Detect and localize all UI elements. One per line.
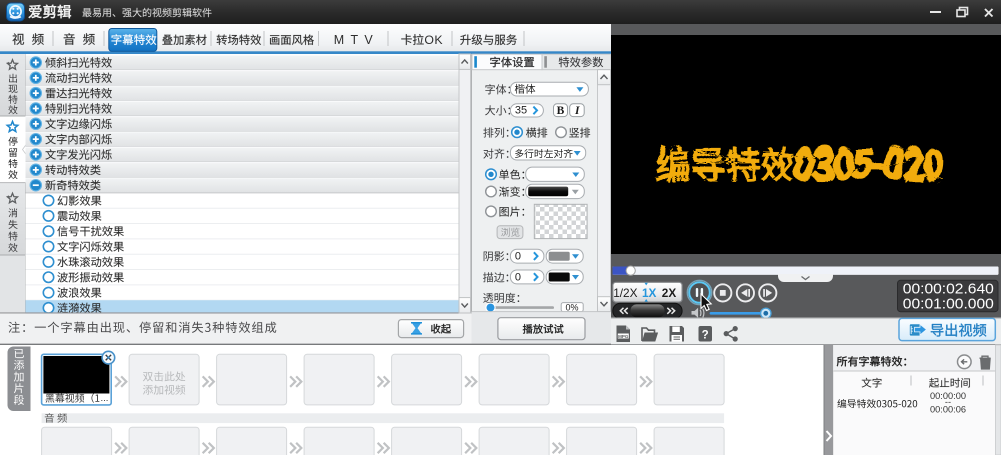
svg-text:M T V: M T V [334, 33, 374, 47]
svg-text:B: B [557, 105, 565, 117]
svg-text:OK: OK [424, 33, 443, 47]
svg-text:00:00:06: 00:00:06 [930, 404, 966, 414]
svg-text:I: I [574, 105, 580, 117]
svg-text:35: 35 [515, 104, 527, 116]
svg-text:MPG: MPG [618, 334, 629, 339]
svg-text:1/2X: 1/2X [613, 286, 637, 300]
svg-text:...: ... [101, 393, 109, 404]
svg-text:?: ? [702, 330, 709, 342]
svg-text:0%: 0% [565, 302, 578, 312]
svg-text:1X: 1X [642, 286, 657, 300]
svg-text:2X: 2X [662, 286, 677, 300]
svg-text:00:01:00.000: 00:01:00.000 [903, 295, 994, 312]
svg-text:0: 0 [515, 271, 521, 283]
svg-text:0: 0 [515, 251, 521, 263]
